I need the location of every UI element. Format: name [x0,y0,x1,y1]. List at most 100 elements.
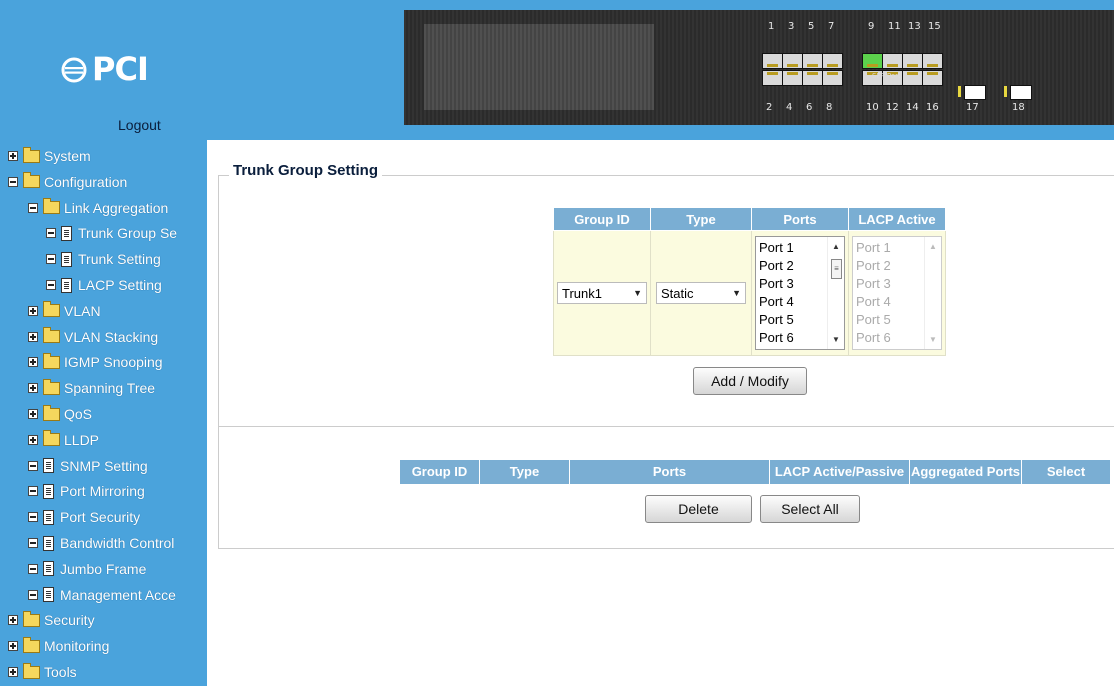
switch-front-panel [404,10,1114,125]
add-modify-button[interactable]: Add / Modify [693,367,807,395]
collapse-icon[interactable] [8,176,18,187]
collapse-icon[interactable] [28,563,38,574]
expand-icon[interactable] [28,331,38,342]
collapse-icon[interactable] [46,254,56,265]
sfp-port-number-label: 18 [1012,102,1025,113]
expand-icon[interactable] [8,641,18,652]
sidebar-item-system[interactable]: System [8,144,91,168]
collapse-icon[interactable] [28,486,38,497]
sidebar-item-label: IGMP Snooping [64,354,163,371]
collapse-icon[interactable] [46,228,56,239]
type-value: Static [661,285,694,301]
sidebar-item-label: Tools [44,664,77,680]
scroll-up-icon: ▲ [929,242,937,251]
sidebar-item-port-security[interactable]: Port Security [28,505,140,529]
expand-icon[interactable] [28,383,38,394]
scroll-up-icon[interactable]: ▲ [832,242,840,251]
sidebar-item-lacp-setting[interactable]: LACP Setting [46,273,162,297]
scroll-down-icon[interactable]: ▼ [832,335,840,344]
chevron-down-icon: ▼ [732,288,741,298]
port-16-icon [922,70,943,86]
sidebar-item-spanning-tree[interactable]: Spanning Tree [28,376,155,400]
sidebar-item-label: Port Security [60,509,141,526]
sidebar-item-security[interactable]: Security [8,608,95,632]
sidebar-item-igmp-snooping[interactable]: IGMP Snooping [28,350,163,374]
port-number-label: 11 [888,21,901,32]
sidebar-item-management-acce[interactable]: Management Acce [28,583,176,607]
chevron-down-icon: ▼ [633,288,642,298]
sidebar-item-trunk-group-se[interactable]: Trunk Group Se [46,221,177,245]
folder-icon [23,146,40,163]
page-icon [61,277,72,293]
folder-icon [43,352,60,369]
port-led-indicator [787,64,798,67]
scroll-thumb[interactable]: ≡ [831,259,842,279]
type-select[interactable]: Static ▼ [656,282,746,304]
logout-link[interactable]: Logout [118,117,161,133]
ports-scrollbar[interactable]: ▲ ≡ ▼ [827,237,844,349]
sidebar-item-label: Link Aggregation [64,199,169,216]
open-folder-icon [23,172,40,189]
ports-listbox[interactable]: Port 1 Port 2 Port 3 Port 4 Port 5 Port 6 ▲ ≡… [755,236,845,350]
group-id-value: Trunk1 [562,285,602,301]
collapse-icon[interactable] [28,538,38,548]
sidebar-item-qos[interactable]: QoS [28,402,92,426]
select-all-button[interactable]: Select All [760,495,860,523]
collapse-icon[interactable] [28,460,38,471]
port-led-indicator [787,72,798,75]
list-select-header: Select [1046,464,1086,479]
sfp-port-17-icon [964,85,986,100]
sidebar-item-trunk-setting[interactable]: Trunk Setting [46,247,161,271]
sidebar-item-label: QoS [64,406,93,422]
expand-icon[interactable] [28,409,38,419]
sidebar-item-configuration[interactable]: Configuration [8,170,127,194]
delete-button[interactable]: Delete [645,495,752,523]
page-icon [43,535,54,551]
port-number-label: 7 [828,21,835,32]
collapse-icon[interactable] [28,589,38,600]
sidebar-item-label: SNMP Setting [60,457,148,474]
expand-icon[interactable] [8,667,18,677]
sidebar-item-vlan[interactable]: VLAN [28,299,101,323]
group-id-header: Group ID [553,207,651,231]
lacp-active-listbox: Port 1 Port 2 Port 3 Port 4 Port 5 Port 6 ▲ ▼ [852,236,942,350]
collapse-icon[interactable] [28,512,38,523]
collapse-icon[interactable] [28,202,38,213]
sidebar-item-vlan-stacking[interactable]: VLAN Stacking [28,325,158,349]
expand-icon[interactable] [8,615,18,626]
trunk-group-form: Group ID Type Ports LACP Active Trunk1 ▼… [553,207,946,356]
port-number-label: 16 [926,102,939,113]
port-number-label: 6 [806,102,813,113]
sidebar-item-tools[interactable]: Tools [8,660,77,684]
expand-icon[interactable] [28,305,38,316]
sfp-port-label: SFP Port [872,72,901,80]
sidebar-item-link-aggregation[interactable]: Link Aggregation [28,196,168,220]
sidebar-item-label: LLDP [64,431,100,448]
port-led-indicator [827,64,838,67]
sidebar-item-label: VLAN [64,302,101,319]
sidebar-item-snmp-setting[interactable]: SNMP Setting [28,454,148,478]
sidebar-item-jumbo-frame[interactable]: Jumbo Frame [28,557,146,581]
sidebar-item-label: Trunk Setting [78,251,161,268]
port-5-icon [802,53,823,69]
port-number-label: 8 [826,102,833,113]
sidebar-item-port-mirroring[interactable]: Port Mirroring [28,479,145,503]
port-13-icon [902,53,923,69]
sidebar-item-label: LACP Setting [78,277,162,293]
port-4-icon [782,70,803,86]
expand-icon[interactable] [8,151,18,161]
sidebar-item-monitoring[interactable]: Monitoring [8,634,109,658]
lacp-active-cell: Port 1 Port 2 Port 3 Port 4 Port 5 Port 6 ▲ ▼ [848,230,946,356]
expand-icon[interactable] [28,357,38,368]
page-icon [43,587,54,603]
collapse-icon[interactable] [46,280,56,290]
sidebar-item-bandwidth-control[interactable]: Bandwidth Control [28,531,174,555]
folder-icon [43,327,60,344]
scroll-down-icon: ▼ [929,335,937,344]
group-id-select[interactable]: Trunk1 ▼ [557,282,647,304]
port-number-label: 10 [866,102,879,113]
expand-icon[interactable] [28,434,38,445]
list-group-id-header: Group ID [400,460,480,484]
port-number-label: 4 [786,102,793,113]
sidebar-item-lldp[interactable]: LLDP [28,428,99,452]
